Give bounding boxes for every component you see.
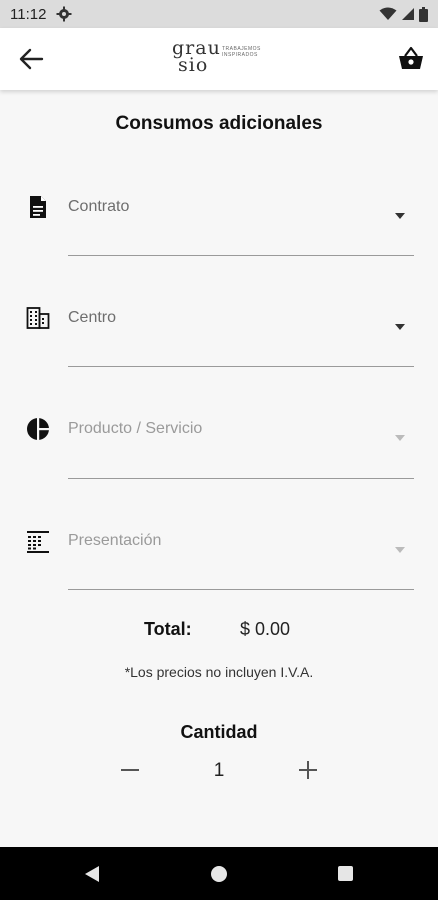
status-icons: [379, 6, 428, 22]
battery-icon: [419, 6, 428, 22]
gear-icon: [56, 6, 72, 22]
table-grid-icon: [27, 531, 49, 553]
basket-icon[interactable]: [398, 46, 424, 72]
document-icon: [30, 196, 46, 218]
logo-text-line2: sio: [178, 54, 209, 76]
app-bar: grau sio TRABAJEMOS INSPIRADOS: [0, 28, 438, 90]
quantity-value: 1: [213, 760, 225, 781]
building-icon: [26, 307, 50, 329]
quantity-title: Cantidad: [180, 722, 258, 742]
presentacion-underline: [68, 589, 414, 590]
chevron-down-icon: [395, 213, 405, 219]
status-time: 11:12: [10, 5, 47, 23]
logo-tagline: TRABAJEMOS INSPIRADOS: [222, 46, 261, 58]
page-title: Consumos adicionales: [115, 113, 323, 134]
plus-icon[interactable]: [297, 759, 319, 781]
chevron-down-icon: [395, 435, 405, 441]
centro-label: Centro: [68, 309, 117, 326]
brand-logo: grau sio TRABAJEMOS INSPIRADOS: [172, 39, 266, 80]
cell-signal-icon: [402, 8, 414, 20]
tax-note: *Los precios no incluyen I.V.A.: [124, 664, 314, 680]
chevron-down-icon: [395, 547, 405, 553]
presentacion-dropdown[interactable]: Presentación: [0, 524, 438, 624]
nav-back-icon[interactable]: [83, 865, 101, 883]
centro-underline: [68, 366, 414, 367]
chevron-down-icon: [395, 324, 405, 330]
nav-recents-icon[interactable]: [338, 866, 353, 881]
status-bar: 11:12: [0, 0, 438, 28]
nav-home-icon[interactable]: [211, 866, 227, 882]
producto-servicio-label: Producto / Servicio: [68, 420, 203, 437]
producto-servicio-dropdown[interactable]: Producto / Servicio: [0, 412, 438, 512]
producto-servicio-underline: [68, 478, 414, 479]
wifi-icon: [379, 7, 397, 20]
contrato-label: Contrato: [68, 198, 130, 215]
minus-icon[interactable]: [119, 759, 141, 781]
total-value: $ 0.00: [240, 619, 291, 639]
contrato-underline: [68, 255, 414, 256]
arrow-left-icon[interactable]: [18, 47, 44, 71]
contrato-dropdown[interactable]: Contrato: [0, 190, 438, 290]
pie-chart-icon: [27, 417, 50, 441]
total-label: Total:: [144, 619, 192, 639]
centro-dropdown[interactable]: Centro: [0, 301, 438, 401]
presentacion-label: Presentación: [68, 532, 162, 549]
